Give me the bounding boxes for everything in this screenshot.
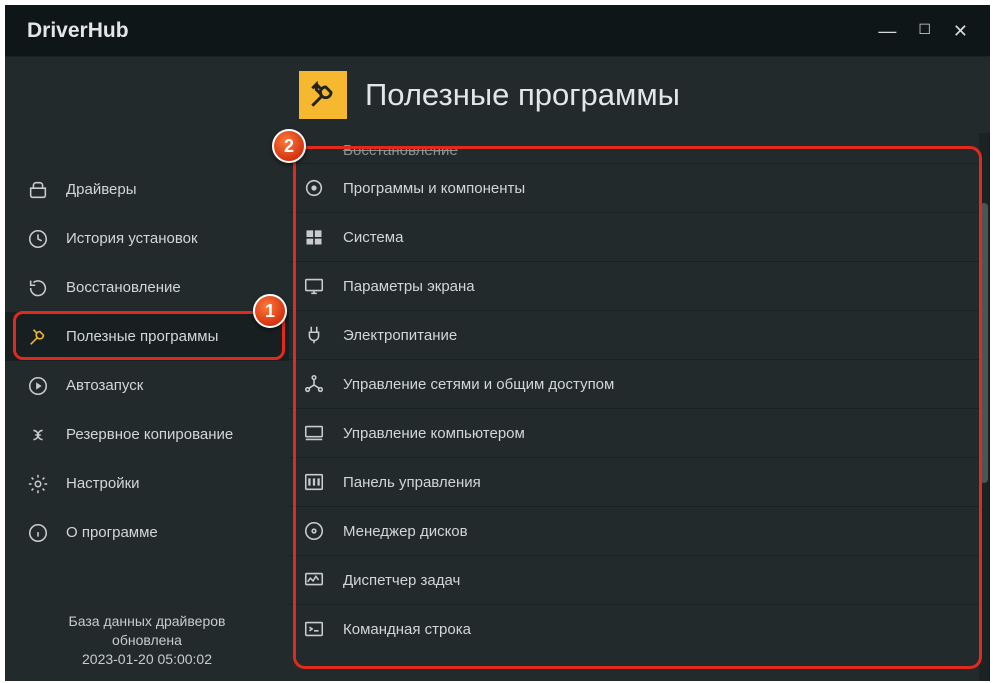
- window-controls: — ☐ ✕: [878, 22, 968, 40]
- tool-item-control-panel[interactable]: Панель управления: [289, 457, 989, 506]
- history-icon: [27, 228, 49, 250]
- sidebar-item-history[interactable]: История установок: [5, 214, 289, 263]
- tool-label: Диспетчер задач: [343, 572, 460, 589]
- computer-icon: [303, 422, 325, 444]
- sidebar-item-tools[interactable]: Полезные программы: [5, 312, 289, 361]
- sidebar-item-label: Резервное копирование: [66, 426, 233, 443]
- tools-icon: [27, 326, 49, 348]
- sidebar-item-label: Настройки: [66, 475, 140, 492]
- maximize-button[interactable]: ☐: [918, 22, 931, 40]
- db-status-line: База данных драйверов: [5, 612, 289, 631]
- tools-panel: Восстановление Программы и компоненты Си…: [289, 133, 990, 681]
- tool-item-restore[interactable]: Восстановление: [289, 133, 989, 163]
- gear-icon: [27, 473, 49, 495]
- tool-item-display[interactable]: Параметры экрана: [289, 261, 989, 310]
- sidebar-item-about[interactable]: О программе: [5, 508, 289, 557]
- sidebar-item-label: Полезные программы: [66, 328, 218, 345]
- sliders-icon: [303, 471, 325, 493]
- display-icon: [303, 275, 325, 297]
- tool-label: Командная строка: [343, 621, 471, 638]
- db-status-line: обновлена: [5, 631, 289, 650]
- sidebar-item-backup[interactable]: Резервное копирование: [5, 410, 289, 459]
- sidebar-item-label: Восстановление: [66, 279, 181, 296]
- scrollbar[interactable]: [979, 133, 989, 681]
- backup-icon: [27, 424, 49, 446]
- sidebar-item-label: История установок: [66, 230, 198, 247]
- network-icon: [303, 373, 325, 395]
- tool-item-command-prompt[interactable]: Командная строка: [289, 604, 989, 653]
- tool-label: Параметры экрана: [343, 278, 475, 295]
- tool-item-power[interactable]: Электропитание: [289, 310, 989, 359]
- sidebar-item-settings[interactable]: Настройки: [5, 459, 289, 508]
- sidebar-item-drivers[interactable]: Драйверы: [5, 165, 289, 214]
- power-icon: [303, 324, 325, 346]
- sidebar-item-restore[interactable]: Восстановление: [5, 263, 289, 312]
- close-button[interactable]: ✕: [953, 22, 968, 40]
- tool-item-system[interactable]: Система: [289, 212, 989, 261]
- programs-icon: [303, 177, 325, 199]
- restore-icon: [27, 277, 49, 299]
- tool-label: Программы и компоненты: [343, 180, 525, 197]
- tool-label: Менеджер дисков: [343, 523, 468, 540]
- database-status: База данных драйверов обновлена 2023-01-…: [5, 612, 289, 681]
- page-header: Полезные программы: [5, 57, 990, 133]
- app-window: DriverHub — ☐ ✕ Полезные программы Драйв…: [5, 5, 990, 681]
- terminal-icon: [303, 618, 325, 640]
- windows-icon: [303, 226, 325, 248]
- sidebar-item-label: О программе: [66, 524, 158, 541]
- disk-icon: [303, 520, 325, 542]
- task-manager-icon: [303, 569, 325, 591]
- tool-label: Управление сетями и общим доступом: [343, 376, 614, 393]
- tool-label: Панель управления: [343, 474, 481, 491]
- scrollbar-thumb[interactable]: [980, 203, 988, 483]
- sidebar: Драйверы История установок Восстановлени…: [5, 133, 289, 681]
- tool-label: Восстановление: [343, 142, 458, 159]
- sidebar-item-autostart[interactable]: Автозапуск: [5, 361, 289, 410]
- tool-item-management[interactable]: Управление компьютером: [289, 408, 989, 457]
- tool-item-task-manager[interactable]: Диспетчер задач: [289, 555, 989, 604]
- db-status-timestamp: 2023-01-20 05:00:02: [5, 650, 289, 669]
- tools-icon: [299, 71, 347, 119]
- tool-item-programs[interactable]: Программы и компоненты: [289, 163, 989, 212]
- page-title: Полезные программы: [365, 77, 680, 113]
- autostart-icon: [27, 375, 49, 397]
- sidebar-item-label: Автозапуск: [66, 377, 143, 394]
- drivers-icon: [27, 179, 49, 201]
- titlebar: DriverHub — ☐ ✕: [5, 5, 990, 57]
- tool-label: Управление компьютером: [343, 425, 525, 442]
- tool-label: Система: [343, 229, 403, 246]
- tool-item-disk-manager[interactable]: Менеджер дисков: [289, 506, 989, 555]
- minimize-button[interactable]: —: [878, 22, 896, 40]
- app-title: DriverHub: [27, 19, 129, 43]
- tool-label: Электропитание: [343, 327, 457, 344]
- tool-item-network[interactable]: Управление сетями и общим доступом: [289, 359, 989, 408]
- sidebar-item-label: Драйверы: [66, 181, 137, 198]
- info-icon: [27, 522, 49, 544]
